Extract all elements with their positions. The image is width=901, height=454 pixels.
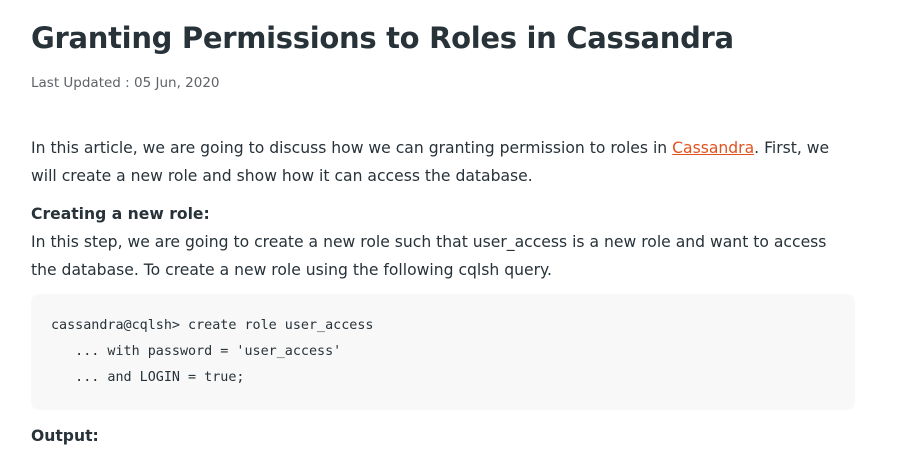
cassandra-link[interactable]: Cassandra bbox=[672, 139, 754, 157]
code-line-3: ... and LOGIN = true; bbox=[51, 370, 245, 385]
section-heading-creating-role: Creating a new role: bbox=[31, 205, 210, 223]
last-updated-date: Last Updated : 05 Jun, 2020 bbox=[31, 75, 220, 91]
intro-text-before-link: In this article, we are going to discuss… bbox=[31, 139, 673, 157]
article-title: Granting Permissions to Roles in Cassand… bbox=[31, 21, 734, 55]
section-paragraph: In this step, we are going to create a n… bbox=[31, 233, 827, 279]
code-line-2: ... with password = 'user_access' bbox=[51, 344, 342, 359]
intro-paragraph: In this article, we are going to discuss… bbox=[31, 134, 856, 190]
code-block[interactable]: cassandra@cqlsh> create role user_access… bbox=[31, 294, 855, 410]
code-line-1: cassandra@cqlsh> create role user_access bbox=[51, 318, 374, 333]
output-heading: Output: bbox=[31, 427, 99, 445]
